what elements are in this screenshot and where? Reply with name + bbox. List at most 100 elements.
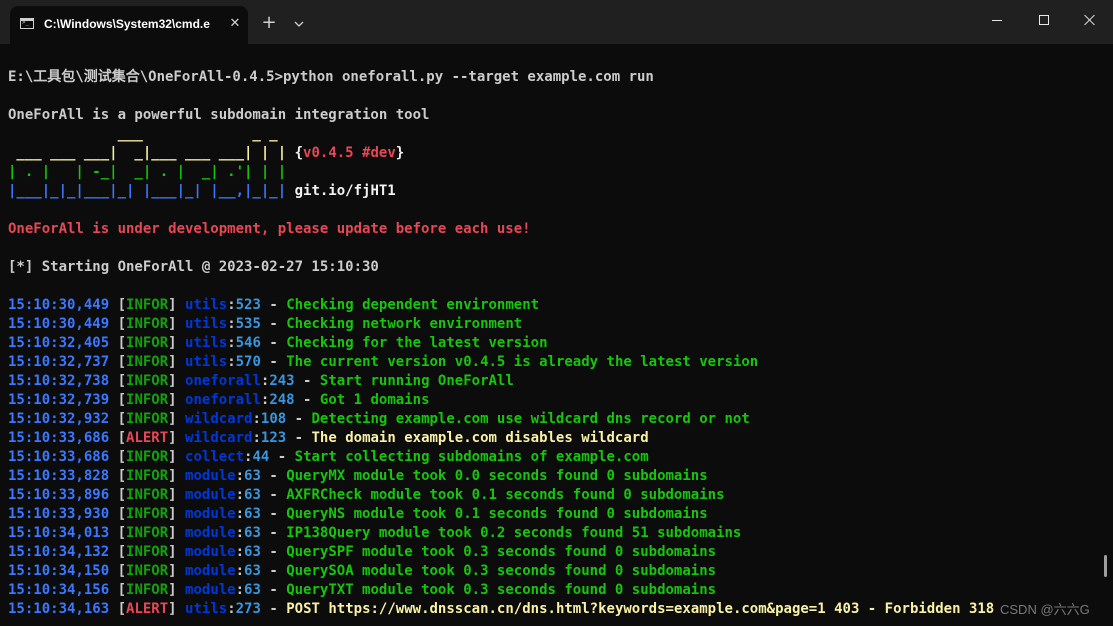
log-time: 15:10:34,013: [8, 525, 110, 541]
log-level: INFOR: [126, 449, 169, 465]
banner-row-3: | . | | -_| _| . | _| .'| | |: [8, 164, 287, 180]
log-module: module: [185, 582, 236, 598]
log-time: 15:10:32,738: [8, 373, 110, 389]
log-line-number: 546: [235, 335, 261, 351]
log-module: collect: [185, 449, 245, 465]
log-message: IP138Query module took 0.2 seconds found…: [286, 525, 742, 541]
log-line: 15:10:32,405 [INFOR] utils:546 - Checkin…: [8, 335, 548, 351]
start-line: [*] Starting OneForAll @ 2023-02-27 15:1…: [8, 259, 379, 275]
development-warning: OneForAll is under development, please u…: [8, 221, 531, 237]
log-level: INFOR: [126, 373, 169, 389]
log-level: INFOR: [126, 316, 169, 332]
log-line: 15:10:33,686 [INFOR] collect:44 - Start …: [8, 449, 649, 465]
new-tab-button[interactable]: +: [259, 14, 279, 34]
log-line-number: 248: [269, 392, 295, 408]
log-time: 15:10:34,156: [8, 582, 110, 598]
log-message: Checking dependent environment: [286, 297, 540, 313]
log-message: Got 1 domains: [319, 392, 430, 408]
maximize-button[interactable]: [1034, 12, 1054, 30]
log-line: 15:10:30,449 [INFOR] utils:523 - Checkin…: [8, 297, 540, 313]
log-line-number: 243: [269, 373, 295, 389]
log-level: ALERT: [126, 601, 169, 617]
chevron-down-icon[interactable]: [290, 15, 308, 33]
log-line: 15:10:33,896 [INFOR] module:63 - AXFRChe…: [8, 487, 725, 503]
log-time: 15:10:34,150: [8, 563, 110, 579]
log-message: Checking network environment: [286, 316, 523, 332]
tab-title: C:\Windows\System32\cmd.e: [44, 17, 210, 31]
log-line-number: 535: [235, 316, 261, 332]
title-bar: C:\Windows\System32\cmd.e ✕ +: [0, 0, 1113, 44]
log-level: INFOR: [126, 335, 169, 351]
log-line: 15:10:34,132 [INFOR] module:63 - QuerySP…: [8, 544, 717, 560]
log-module: module: [185, 506, 236, 522]
log-line: 15:10:34,150 [INFOR] module:63 - QuerySO…: [8, 563, 717, 579]
log-message: QuerySPF module took 0.3 seconds found 0…: [286, 544, 717, 560]
log-message: QueryNS module took 0.1 seconds found 0 …: [286, 506, 708, 522]
log-line: 15:10:34,163 [ALERT] utils:273 - POST ht…: [8, 601, 995, 617]
version-label: v0.4.5 #dev: [303, 145, 396, 161]
log-module: module: [185, 487, 236, 503]
log-line-number: 123: [260, 430, 287, 446]
log-module: utils: [185, 354, 228, 370]
close-tab-icon[interactable]: ✕: [226, 15, 244, 33]
log-level: INFOR: [126, 297, 169, 313]
log-line: 15:10:32,737 [INFOR] utils:570 - The cur…: [8, 354, 759, 370]
log-level: INFOR: [126, 582, 169, 598]
log-line-number: 273: [235, 601, 261, 617]
log-level: INFOR: [126, 544, 169, 560]
banner-row-1: ___ _ _: [8, 126, 278, 142]
scrollbar-thumb[interactable]: [1104, 555, 1107, 577]
log-module: oneforall: [185, 373, 261, 389]
log-message: QuerySOA module took 0.3 seconds found 0…: [286, 563, 717, 579]
log-module: utils: [185, 316, 228, 332]
command-prompt-line: E:\工具包\测试集合\OneForAll-0.4.5>python onefo…: [8, 69, 654, 85]
log-module: module: [185, 468, 236, 484]
log-message: QueryTXT module took 0.3 seconds found 0…: [286, 582, 717, 598]
log-time: 15:10:30,449: [8, 316, 110, 332]
log-line: 15:10:34,156 [INFOR] module:63 - QueryTX…: [8, 582, 717, 598]
log-level: INFOR: [126, 392, 169, 408]
log-level: INFOR: [126, 468, 169, 484]
intro-line: OneForAll is a powerful subdomain integr…: [8, 107, 430, 123]
terminal-tab[interactable]: C:\Windows\System32\cmd.e ✕: [10, 6, 248, 44]
close-window-button[interactable]: [1080, 12, 1100, 30]
log-module: utils: [185, 601, 228, 617]
log-time: 15:10:33,896: [8, 487, 110, 503]
log-line: 15:10:32,738 [INFOR] oneforall:243 - Sta…: [8, 373, 514, 389]
log-message: POST https://www.dnsscan.cn/dns.html?key…: [286, 601, 995, 617]
log-line: 15:10:33,686 [ALERT] wildcard:123 - The …: [8, 430, 649, 446]
project-link: git.io/fjHT1: [294, 183, 396, 199]
banner-row-4: |___|_|_|___|_| |___|_| |__,|_|_| git.io…: [8, 183, 396, 199]
log-list: 15:10:30,449 [INFOR] utils:523 - Checkin…: [8, 296, 1104, 619]
log-time: 15:10:32,739: [8, 392, 110, 408]
log-time: 15:10:32,737: [8, 354, 110, 370]
log-level: INFOR: [126, 563, 169, 579]
minimize-button[interactable]: [987, 12, 1007, 30]
console-output[interactable]: E:\工具包\测试集合\OneForAll-0.4.5>python onefo…: [8, 68, 1104, 626]
log-message: Start collecting subdomains of example.c…: [294, 449, 649, 465]
log-line-number: 63: [244, 525, 261, 541]
log-time: 15:10:33,930: [8, 506, 110, 522]
log-line-number: 63: [244, 487, 261, 503]
log-time: 15:10:32,932: [8, 411, 110, 427]
log-line-number: 63: [244, 544, 261, 560]
log-module: module: [185, 563, 236, 579]
log-line: 15:10:33,828 [INFOR] module:63 - QueryMX…: [8, 468, 708, 484]
log-level: INFOR: [126, 411, 169, 427]
log-module: module: [185, 525, 236, 541]
log-line-number: 108: [260, 411, 287, 427]
log-line-number: 523: [235, 297, 261, 313]
log-time: 15:10:33,686: [8, 449, 110, 465]
log-module: oneforall: [185, 392, 261, 408]
log-level: ALERT: [126, 430, 169, 446]
log-message: The domain example.com disables wildcard: [311, 430, 649, 446]
log-line-number: 63: [244, 468, 261, 484]
log-module: utils: [185, 297, 228, 313]
log-line: 15:10:33,930 [INFOR] module:63 - QueryNS…: [8, 506, 708, 522]
log-module: module: [185, 544, 236, 560]
log-time: 15:10:34,132: [8, 544, 110, 560]
log-level: INFOR: [126, 354, 169, 370]
log-line-number: 63: [244, 582, 261, 598]
log-line-number: 570: [235, 354, 261, 370]
log-level: INFOR: [126, 525, 169, 541]
